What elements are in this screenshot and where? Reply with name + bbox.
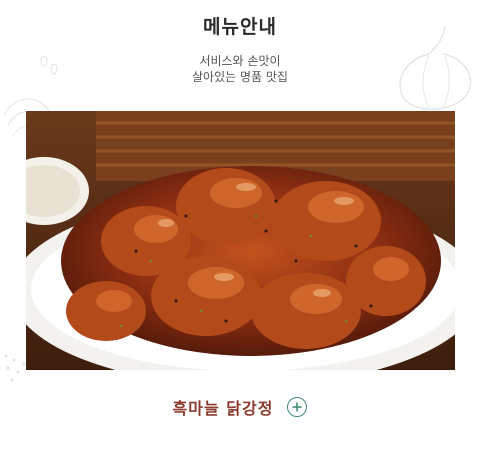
menu-item-name[interactable]: 흑마늘 닭강정 [173,395,274,419]
plus-circle-icon [292,402,302,412]
fried-chicken-photo [26,111,455,370]
menu-photo[interactable] [26,111,455,370]
subtitle-line-1: 서비스와 손맛이 [199,54,281,68]
more-button[interactable] [287,397,308,417]
menu-caption: 흑마늘 닭강정 [0,394,480,420]
page-title: 메뉴안내 [203,16,277,38]
subtitle-line-2: 살아있는 명품 맛집 [192,70,288,84]
page-subtitle: 서비스와 손맛이 살아있는 명품 맛집 [0,53,480,85]
menu-guide-page: 메뉴안내 서비스와 손맛이 살아있는 명품 맛집 흑마늘 닭강정 [0,0,480,449]
